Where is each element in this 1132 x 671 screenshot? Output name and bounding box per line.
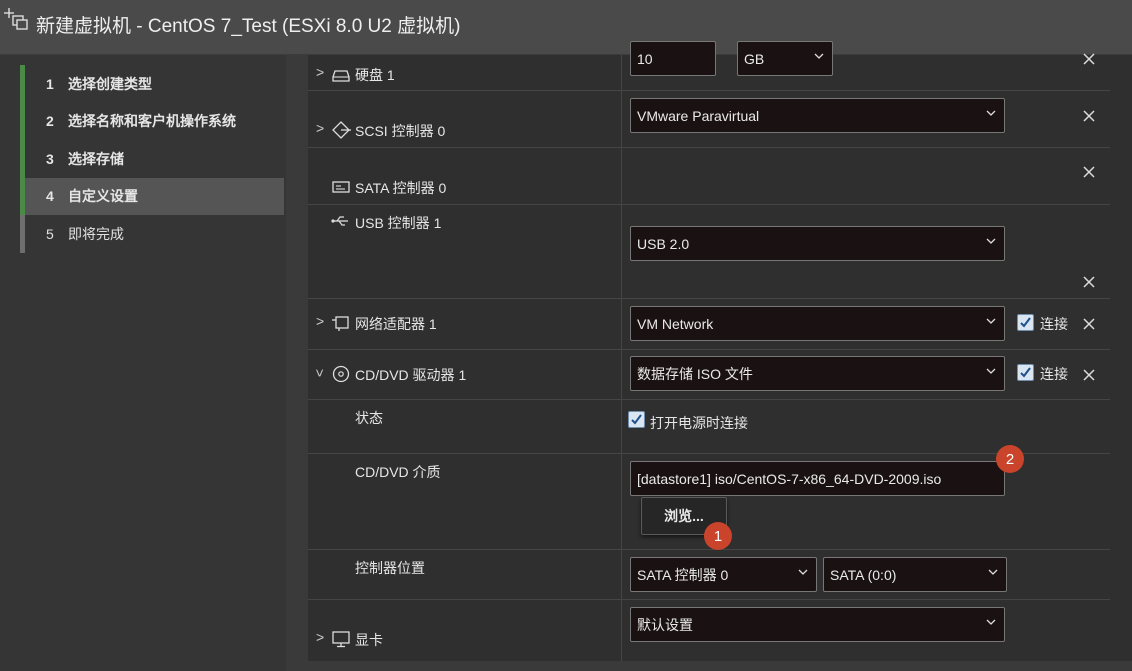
remove-scsi-icon[interactable] (1082, 109, 1096, 123)
usb-type-value: USB 2.0 (637, 235, 690, 252)
iso-path-input[interactable]: [datastore1] iso/CentOS-7-x86_64-DVD-200… (630, 461, 1005, 496)
disk-row: > 硬盘 1 10 GB (308, 41, 1110, 91)
step-label: 自定义设置 (68, 188, 138, 205)
usb-row: USB 控制器 1 USB 2.0 (308, 205, 1110, 299)
network-row: > 网络适配器 1 VM Network 连接 (308, 299, 1110, 350)
cdrom-label: CD/DVD 驱动器 1 (355, 367, 467, 383)
chevron-down-icon (986, 110, 996, 116)
step-label: 选择名称和客户机操作系统 (68, 113, 236, 130)
slot-value: SATA (0:0) (830, 566, 897, 583)
media-label: CD/DVD 介质 (355, 464, 441, 480)
usb-label: USB 控制器 1 (355, 215, 442, 231)
video-row: > 显卡 默认设置 (308, 600, 1110, 661)
step-number: 5 (46, 225, 54, 242)
cd-dvd-icon (332, 365, 350, 383)
network-select[interactable]: VM Network (630, 306, 1005, 341)
disk-unit-select[interactable]: GB (737, 41, 833, 76)
chevron-right-icon[interactable]: > (316, 64, 324, 80)
window-title: 新建虚拟机 - CentOS 7_Test (ESXi 8.0 U2 虚拟机) (36, 16, 461, 37)
slot-select[interactable]: SATA (0:0) (823, 557, 1007, 592)
disk-size-value: 10 (637, 50, 653, 67)
remove-disk-icon[interactable] (1082, 52, 1096, 66)
step-number: 2 (46, 113, 54, 130)
wizard-step-2[interactable]: 2 选择名称和客户机操作系统 (20, 102, 284, 140)
chevron-down-icon[interactable]: > (312, 369, 328, 377)
chevron-down-icon (814, 53, 824, 59)
step-label: 即将完成 (68, 225, 124, 242)
step-badge-1: 1 (704, 522, 732, 550)
disk-unit-value: GB (744, 50, 765, 67)
video-label: 显卡 (355, 632, 383, 648)
hard-disk-icon (332, 70, 350, 82)
usb-icon (331, 216, 348, 226)
scsi-controller-icon (332, 121, 351, 139)
checkmark-icon (1020, 317, 1031, 328)
chevron-down-icon (988, 569, 998, 575)
wizard-step-3[interactable]: 3 选择存储 (20, 140, 284, 178)
controller-location-label: 控制器位置 (355, 560, 425, 576)
window-titlebar: 新建虚拟机 - CentOS 7_Test (ESXi 8.0 U2 虚拟机) (0, 0, 1132, 55)
sata-label: SATA 控制器 0 (355, 180, 447, 196)
power-on-connect-label: 打开电源时连接 (650, 415, 748, 431)
cdrom-status-row: 状态 打开电源时连接 (308, 400, 1110, 454)
step-label: 选择存储 (68, 150, 124, 167)
video-select[interactable]: 默认设置 (630, 607, 1005, 642)
network-label: 网络适配器 1 (355, 316, 437, 332)
network-value: VM Network (637, 315, 714, 332)
sata-controller-icon (332, 181, 350, 193)
checkmark-icon (631, 414, 642, 425)
chevron-down-icon (798, 569, 808, 575)
iso-path-value: [datastore1] iso/CentOS-7-x86_64-DVD-200… (637, 470, 942, 487)
settings-area: > 硬盘 1 10 GB > SCSI 控制器 0 VMware Paravir… (286, 41, 1132, 671)
video-value: 默认设置 (637, 616, 693, 633)
controller-select[interactable]: SATA 控制器 0 (630, 557, 817, 592)
step-number: 4 (46, 188, 54, 205)
chevron-right-icon[interactable]: > (316, 629, 324, 645)
chevron-down-icon (986, 238, 996, 244)
chevron-right-icon[interactable]: > (316, 313, 324, 329)
hardware-settings-panel: > 硬盘 1 10 GB > SCSI 控制器 0 VMware Paravir… (308, 41, 1132, 661)
usb-type-select[interactable]: USB 2.0 (630, 226, 1005, 261)
network-connect-label: 连接 (1040, 316, 1068, 332)
cdrom-type-value: 数据存储 ISO 文件 (637, 365, 753, 382)
remove-cdrom-icon[interactable] (1082, 368, 1096, 382)
checkmark-icon (1020, 367, 1031, 378)
remove-sata-icon[interactable] (1082, 165, 1096, 179)
remove-network-icon[interactable] (1082, 317, 1096, 331)
controller-location-row: 控制器位置 SATA 控制器 0 SATA (0:0) (308, 550, 1110, 600)
chevron-down-icon (986, 619, 996, 625)
cdrom-connect-label: 连接 (1040, 366, 1068, 382)
cdrom-row: > CD/DVD 驱动器 1 数据存储 ISO 文件 连接 (308, 350, 1110, 400)
remove-usb-icon[interactable] (1082, 275, 1096, 289)
controller-value: SATA 控制器 0 (637, 566, 729, 583)
network-adapter-icon (332, 316, 349, 331)
step-number: 1 (46, 75, 54, 92)
wizard-step-5[interactable]: 5 即将完成 (20, 215, 284, 253)
cdrom-type-select[interactable]: 数据存储 ISO 文件 (630, 356, 1005, 391)
scsi-type-value: VMware Paravirtual (637, 107, 760, 124)
wizard-steps-sidebar: 1 选择创建类型 2 选择名称和客户机操作系统 3 选择存储 4 自定义设置 5 即将完成 (0, 55, 286, 671)
step-badge-2: 2 (996, 445, 1024, 473)
step-number: 3 (46, 150, 54, 167)
status-label: 状态 (355, 410, 383, 426)
sata-row: SATA 控制器 0 (308, 148, 1110, 205)
disk-size-input[interactable]: 10 (630, 41, 716, 76)
monitor-icon (332, 631, 350, 648)
scsi-label: SCSI 控制器 0 (355, 123, 446, 139)
power-on-connect-checkbox[interactable] (628, 411, 645, 428)
new-vm-icon (4, 8, 28, 30)
cdrom-connect-checkbox[interactable] (1017, 364, 1034, 381)
disk-label: 硬盘 1 (355, 67, 395, 83)
chevron-right-icon[interactable]: > (316, 120, 324, 136)
scsi-row: > SCSI 控制器 0 VMware Paravirtual (308, 91, 1110, 148)
chevron-down-icon (986, 368, 996, 374)
step-label: 选择创建类型 (68, 75, 152, 92)
network-connect-checkbox[interactable] (1017, 314, 1034, 331)
scsi-type-select[interactable]: VMware Paravirtual (630, 98, 1005, 133)
wizard-step-4[interactable]: 4 自定义设置 (20, 177, 284, 215)
chevron-down-icon (986, 318, 996, 324)
wizard-step-1[interactable]: 1 选择创建类型 (20, 65, 284, 103)
